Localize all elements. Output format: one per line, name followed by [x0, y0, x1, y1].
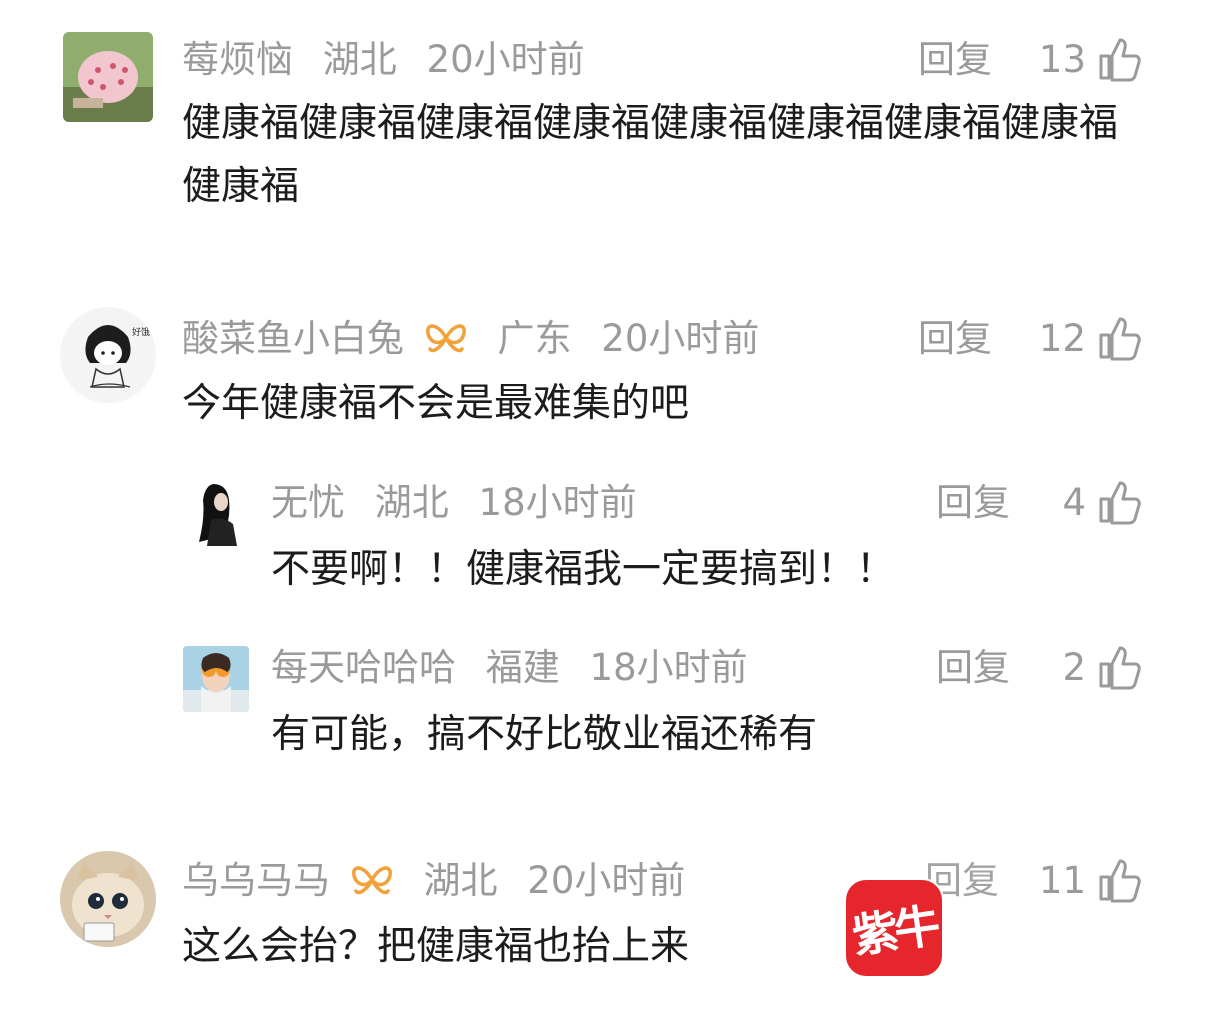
username[interactable]: 无忧: [271, 481, 345, 524]
reply-button[interactable]: 回复: [918, 317, 992, 361]
vip-badge-icon: [424, 319, 468, 357]
timestamp: 20小时前: [601, 317, 760, 360]
comment-meta: 乌乌马马 湖北 20小时前: [182, 859, 685, 903]
timestamp: 20小时前: [426, 38, 585, 81]
user-avatar[interactable]: [63, 32, 153, 122]
comment-meta: 莓烦恼 湖北 20小时前: [182, 38, 585, 82]
reply-meta: 每天哈哈哈 福建 18小时前: [271, 646, 748, 690]
reply-text: 不要啊！！健康福我一定要搞到！！: [271, 547, 896, 592]
thumbs-up-icon[interactable]: [1098, 857, 1142, 903]
timestamp: 20小时前: [527, 859, 686, 902]
comment-text: 今年健康福不会是最难集的吧: [182, 381, 690, 426]
location: 湖北: [322, 38, 397, 81]
like-count: 13: [1038, 38, 1086, 81]
like-count: 12: [1038, 317, 1086, 360]
thumbs-up-icon[interactable]: [1098, 36, 1142, 82]
like-count: 11: [1038, 859, 1086, 902]
thumbs-up-icon[interactable]: [1098, 479, 1142, 525]
reply-button[interactable]: 回复: [918, 38, 992, 82]
thumbs-up-icon[interactable]: [1098, 644, 1142, 690]
timestamp: 18小时前: [478, 481, 637, 524]
logo-text: 紫牛: [849, 898, 940, 964]
user-avatar[interactable]: [60, 851, 156, 947]
like-count: 2: [1062, 646, 1086, 689]
like-count: 4: [1062, 481, 1086, 524]
user-avatar[interactable]: 好饿: [60, 307, 156, 403]
username[interactable]: 乌乌马马: [182, 859, 330, 902]
ziniu-logo: 紫牛: [846, 880, 942, 976]
reply-avatar[interactable]: [183, 646, 249, 712]
location: 福建: [485, 646, 560, 689]
location: 湖北: [423, 859, 498, 902]
reply-meta: 无忧 湖北 18小时前: [271, 481, 637, 525]
comment-text: 健康福健康福健康福健康福健康福健康福健康福健康福健康福: [182, 101, 1119, 209]
avatar-caption: 好饿: [132, 326, 150, 338]
reply-button[interactable]: 回复: [936, 646, 1010, 690]
reply-avatar[interactable]: [183, 480, 249, 546]
location: 湖北: [374, 481, 449, 524]
timestamp: 18小时前: [589, 646, 748, 689]
reply-button[interactable]: 回复: [936, 481, 1010, 525]
comment-meta: 酸菜鱼小白兔 广东 20小时前: [182, 317, 759, 361]
username[interactable]: 每天哈哈哈: [271, 646, 456, 689]
username[interactable]: 酸菜鱼小白兔: [182, 317, 404, 360]
username[interactable]: 莓烦恼: [182, 38, 293, 81]
thumbs-up-icon[interactable]: [1098, 315, 1142, 361]
vip-badge-icon: [350, 861, 394, 899]
location: 广东: [497, 317, 572, 360]
reply-text: 有可能，搞不好比敬业福还稀有: [271, 712, 818, 757]
